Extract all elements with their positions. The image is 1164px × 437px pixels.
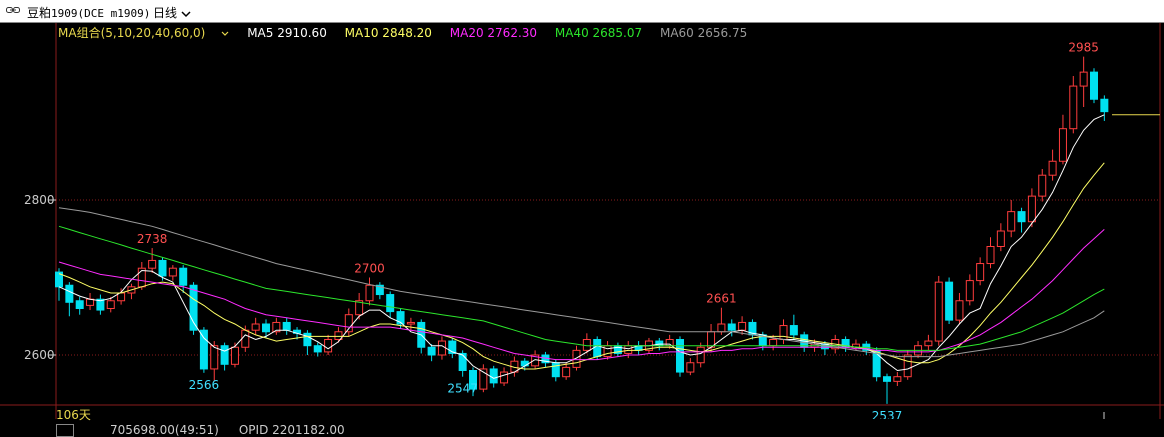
price-annotation: 2985 xyxy=(1068,41,1099,55)
candle-body xyxy=(603,345,612,358)
candle-body xyxy=(210,345,219,370)
candle-body xyxy=(1069,85,1078,130)
candle-body xyxy=(1017,211,1026,223)
indicator-footer: 705698.00(49:51) OPID 2201182.00 xyxy=(56,423,345,437)
candle-body xyxy=(655,340,664,347)
candle-body xyxy=(168,267,177,277)
candle-body xyxy=(624,345,633,354)
link-icon[interactable] xyxy=(6,5,20,15)
indicator-box[interactable] xyxy=(56,424,74,437)
candle-body xyxy=(955,300,964,321)
candle-body xyxy=(903,354,912,378)
candle-body xyxy=(179,267,188,286)
title-bar: 豆粕1909(DCE m1909) 日线 xyxy=(0,0,1164,23)
candle-body xyxy=(241,329,250,348)
candle-body xyxy=(686,362,695,373)
candle-body xyxy=(986,246,995,265)
candle-body xyxy=(665,339,674,347)
candle-body xyxy=(158,259,167,277)
candle-body xyxy=(199,329,208,370)
symbol-name: 豆粕 xyxy=(27,6,52,20)
price-annotation: 2700 xyxy=(354,262,385,276)
candle-body xyxy=(106,300,115,309)
days-count: 106天 xyxy=(56,408,91,422)
candle-body xyxy=(230,346,239,365)
candle-body xyxy=(562,366,571,378)
candle-body xyxy=(727,323,736,331)
period-selector[interactable]: 日线 xyxy=(153,4,191,21)
period-label: 日线 xyxy=(153,6,178,20)
price-annotation: 2537 xyxy=(872,409,903,419)
candle-body xyxy=(500,371,509,384)
candle-body xyxy=(779,325,788,340)
candle-body xyxy=(458,352,467,372)
candle-body xyxy=(262,323,270,333)
candle-body xyxy=(282,321,291,331)
candle-body xyxy=(313,345,322,353)
candle-body xyxy=(1090,71,1098,100)
candle-body xyxy=(220,345,229,365)
candle-body xyxy=(945,281,954,321)
candle-body xyxy=(883,376,891,382)
candle-body xyxy=(1027,195,1036,223)
ma-line-ma5 xyxy=(58,114,1105,379)
candle-body xyxy=(520,360,529,367)
candle-body xyxy=(738,321,747,331)
candle-body xyxy=(551,362,560,378)
candle-body xyxy=(893,376,902,382)
candle-body xyxy=(1100,98,1109,113)
symbol-code: 1909(DCE m1909) xyxy=(51,7,151,20)
candle-body xyxy=(1048,160,1057,176)
candle-body xyxy=(324,339,333,353)
candle-body xyxy=(427,346,436,356)
candle-body xyxy=(696,346,705,364)
candle-body xyxy=(437,340,446,356)
candle-body xyxy=(1058,128,1067,162)
candle-body xyxy=(976,263,985,282)
volume-value: 705698.00(49:51) xyxy=(110,423,219,437)
candle-body xyxy=(148,259,157,269)
candle-body xyxy=(593,339,602,358)
candle-body xyxy=(769,339,778,347)
candlestick-chart[interactable]: 2738 2566 2700 2547 2661 2537 2985 xyxy=(0,23,1164,419)
candle-body xyxy=(996,230,1005,247)
candle-body xyxy=(1007,211,1016,232)
candle-body xyxy=(676,339,684,373)
candle-body xyxy=(934,281,943,342)
candle-body xyxy=(86,298,95,306)
candle-body xyxy=(365,284,374,302)
candle-body xyxy=(65,284,74,303)
price-annotation: 2547 xyxy=(447,382,478,396)
opid-value: OPID 2201182.00 xyxy=(238,423,345,437)
candle-body xyxy=(406,321,415,325)
candle-body xyxy=(489,368,498,384)
candle-body xyxy=(386,294,395,313)
candle-body xyxy=(1079,71,1088,87)
candle-body xyxy=(1038,174,1047,197)
candle-body xyxy=(189,284,198,331)
candle-body xyxy=(965,280,974,302)
symbol-title[interactable]: 豆粕1909(DCE m1909) xyxy=(27,4,150,21)
candle-body xyxy=(924,340,933,347)
candle-body xyxy=(75,300,84,309)
price-annotation: 2566 xyxy=(189,378,220,392)
candle-body xyxy=(789,325,798,336)
candle-body xyxy=(251,323,260,331)
chevron-down-icon xyxy=(181,10,191,17)
price-annotation: 2661 xyxy=(706,292,737,306)
candle-body xyxy=(717,323,726,333)
price-annotation: 2738 xyxy=(137,232,168,246)
